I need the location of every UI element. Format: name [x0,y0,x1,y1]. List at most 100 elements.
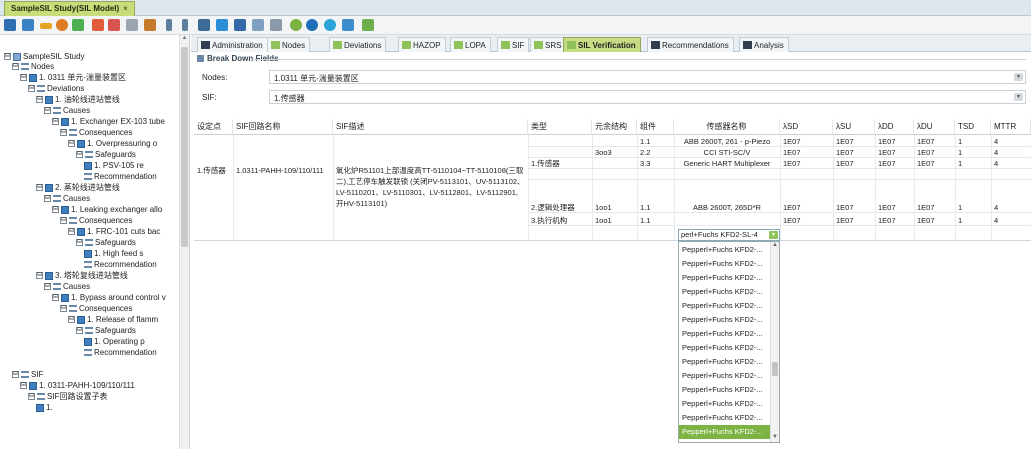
table-icon[interactable] [252,19,264,31]
tree-node[interactable]: ⊟ Causes [44,106,90,116]
cell-redund[interactable]: 1oo1 [592,202,637,213]
cell-tsd[interactable]: 1 [955,158,991,169]
tree-node[interactable]: ⊟ SIF [12,370,43,380]
sif-name-cell[interactable]: 1.0311-PAHH-109/110/111 [233,165,333,176]
collapse-icon[interactable]: ⊟ [20,74,27,82]
tree-node[interactable]: ⊟ 1. Overpressuring o [68,139,157,149]
scroll-up-icon[interactable]: ▲ [180,35,189,45]
close-icon[interactable]: × [123,4,128,13]
tree-node[interactable]: ⊟ Consequences [60,304,132,314]
tab-analysis[interactable]: Analysis [739,37,789,52]
collapse-icon[interactable]: ⊟ [44,195,51,203]
cell-mttr[interactable]: 4 [991,147,1031,158]
cut-icon[interactable] [108,19,120,31]
cell-mttr[interactable]: 4 [991,202,1031,213]
cell-ldd[interactable]: 1E07 [875,136,914,147]
column-header-type[interactable]: 类型 [528,119,592,135]
tree-node[interactable]: ⊟ SIF回路设置子表 [28,392,107,402]
scroll-down-icon[interactable]: ▼ [771,434,779,442]
help-icon[interactable] [324,19,336,31]
document-tab[interactable]: SampleSIL Study(SIL Model) × [4,1,135,16]
collapse-icon[interactable]: ⊟ [36,272,43,280]
tree-node[interactable]: Recommendation [84,260,157,270]
tree-node[interactable]: ⊟ Causes [44,194,90,204]
scroll-thumb[interactable] [181,47,188,247]
tab-sif[interactable]: SIF [497,37,530,52]
column-header-ldd[interactable]: λDD [875,119,914,135]
cell-ldd[interactable]: 1E07 [875,202,914,213]
tree-node[interactable]: ⊟ Consequences [60,128,132,138]
collapse-icon[interactable]: ⊟ [20,382,27,390]
dropdown-option[interactable]: Pepperl+Fuchs KFD2-... [679,369,771,383]
cell-ldu[interactable]: 1E07 [914,136,955,147]
collapse-icon[interactable]: ⊟ [28,85,35,93]
cell-lsu[interactable]: 1E07 [833,147,875,158]
tab-nodes[interactable]: Nodes [267,37,311,52]
folder-icon[interactable] [40,23,52,29]
sif-description-cell[interactable]: 氧化炉R51101上部温度高TT-5110104~TT-5110108(三取二)… [336,165,526,209]
indent-icon[interactable] [198,19,210,31]
cell-tsd[interactable]: 1 [955,147,991,158]
copy-icon[interactable] [126,19,138,31]
collapse-icon[interactable]: ⊟ [28,393,35,401]
cell-type[interactable]: 3.执行机构 [528,215,592,226]
collapse-icon[interactable]: ⊟ [36,184,43,192]
tab-srs[interactable]: SRS [530,37,567,52]
report-icon[interactable] [362,19,374,31]
dropdown-option[interactable]: Pepperl+Fuchs KFD2-... [679,355,771,369]
tab-deviations[interactable]: Deviations [329,37,387,52]
tree-node[interactable]: 1. Operating p [84,337,145,347]
settings-icon[interactable] [342,19,354,31]
setpoint-cell[interactable]: 1.传感器 [194,165,233,176]
tree-node[interactable]: ⊟ 1. Release of flamm [68,315,158,325]
tree-node[interactable]: ⊟ 1. 0311-PAHH-109/110/111 [20,381,135,391]
tree-node[interactable]: ⊟ 3. 塔轮复线进站管线 [36,271,128,281]
cell-ldu[interactable]: 1E07 [914,147,955,158]
grid-icon[interactable] [216,19,228,31]
cell-tsd[interactable]: 1 [955,215,991,226]
dropdown-option[interactable]: Pepperl+Fuchs KFD2-... [679,243,771,257]
cell-mttr[interactable]: 4 [991,136,1031,147]
column-header-sif-desc[interactable]: SIF描述 [333,119,528,135]
check-icon[interactable] [290,19,302,31]
cell-ldu[interactable]: 1E07 [914,202,955,213]
collapse-icon[interactable]: ⊟ [60,305,67,313]
tree-node[interactable]: Recommendation [84,172,157,182]
dropdown-option[interactable]: Pepperl+Fuchs KFD2-... [679,285,771,299]
dropdown-option[interactable]: Pepperl+Fuchs KFD2-... [679,383,771,397]
column-header-ldu[interactable]: λDU [914,119,955,135]
new-icon[interactable] [22,19,34,31]
cell-type[interactable]: 1.传感器 [528,158,592,169]
add-icon[interactable] [72,19,84,31]
collapse-icon[interactable]: ⊟ [68,140,75,148]
tree-node[interactable]: ⊟ 1. Leaking exchanger allo [52,205,162,215]
tree-node[interactable]: 1. PSV-105 re [84,161,144,171]
column-header-setpoint[interactable]: 设定点 [194,119,233,135]
collapse-icon[interactable]: ⊟ [76,239,83,247]
column-header-lsd[interactable]: λSD [780,119,833,135]
collapse-icon[interactable]: ⊟ [52,118,59,126]
dropdown-option[interactable]: Pepperl+Fuchs KFD2-... [679,313,771,327]
tree-scrollbar[interactable]: ▲ [179,35,189,449]
collapse-icon[interactable]: ⊟ [4,53,11,61]
collapse-icon[interactable]: ⊟ [76,151,83,159]
tab-administration[interactable]: Administration [197,37,268,52]
tree-node[interactable]: ⊟ Safeguards [76,326,136,336]
nodes-select[interactable]: 1.0311 单元-湍量装置区 ▾ [269,70,1026,84]
tab-hazop[interactable]: HAZOP [398,37,446,52]
tree-node[interactable]: Recommendation [84,348,157,358]
cell-comp[interactable]: 2.2 [637,147,674,158]
tree-node[interactable]: ⊟ Deviations [28,84,84,94]
cell-lsu[interactable]: 1E07 [833,158,875,169]
collapse-icon[interactable]: ⊟ [68,228,75,236]
tree-node[interactable]: ⊟ 1. FRC-101 cuts bac [68,227,160,237]
collapse-icon[interactable]: ⊟ [60,129,67,137]
cell-lsu[interactable]: 1E07 [833,136,875,147]
cell-name[interactable]: Generic HART Multiplexer [674,158,780,169]
dropdown-option[interactable]: Pepperl+Fuchs KFD2-... [679,425,771,439]
cell-lsd[interactable]: 1E07 [780,136,833,147]
tree-node[interactable]: ⊟ 2. 蒸轮线进站管线 [36,183,120,193]
tab-sil-verification[interactable]: SIL Verification [563,37,641,52]
cell-comp[interactable]: 3.3 [637,158,674,169]
dropdown-option[interactable]: Pepperl+Fuchs KFD2-... [679,341,771,355]
